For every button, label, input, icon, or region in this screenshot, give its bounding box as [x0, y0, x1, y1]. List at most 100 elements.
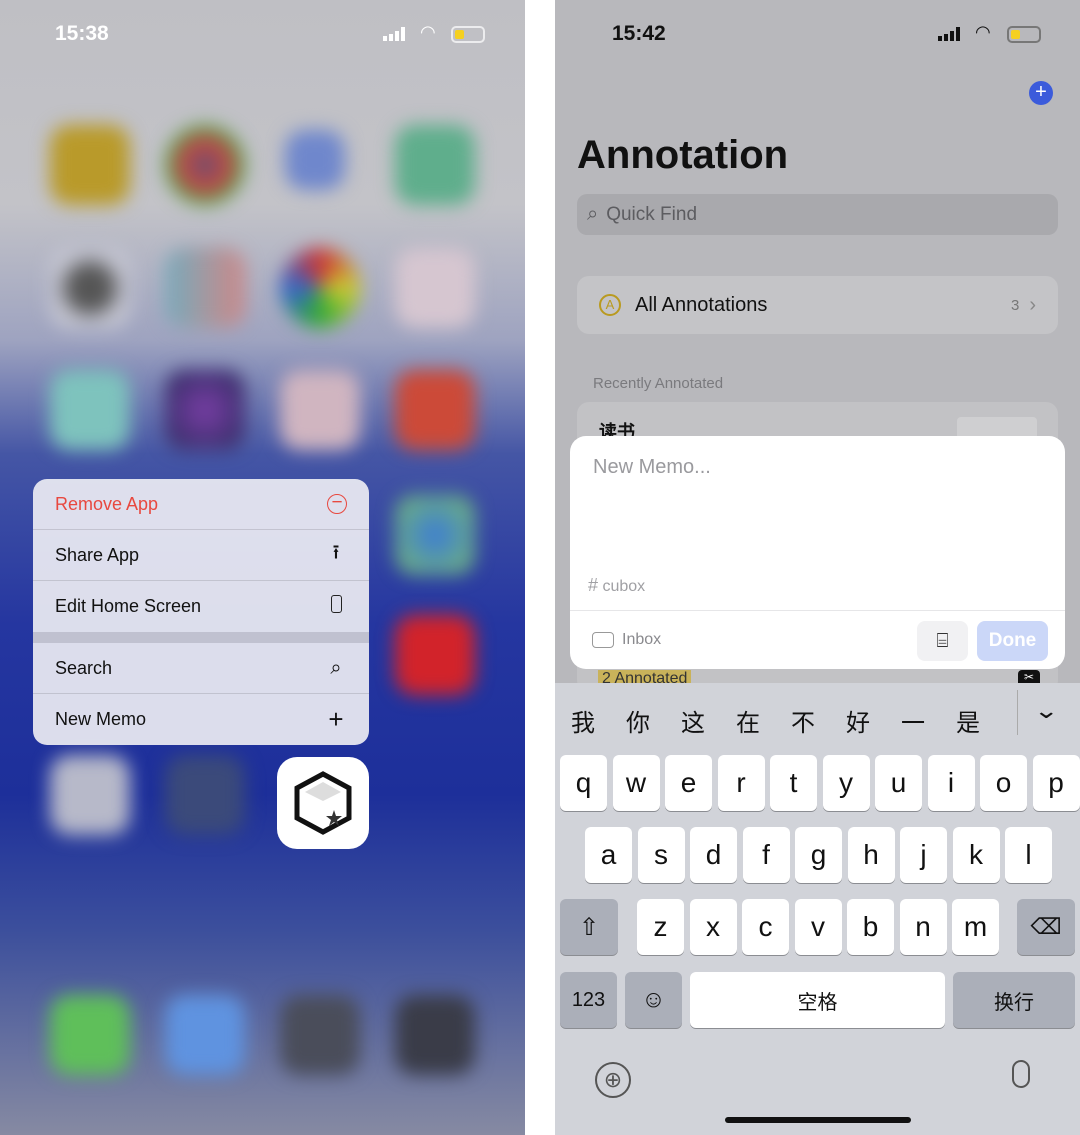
return-key[interactable]: 换行	[953, 972, 1075, 1028]
key-b[interactable]: b	[847, 899, 894, 955]
divider	[525, 0, 555, 1135]
key-s[interactable]: s	[637, 827, 685, 883]
blurred-app-icon	[395, 370, 475, 450]
candidate-0[interactable]: 我	[571, 703, 595, 738]
key-x[interactable]: x	[689, 899, 737, 955]
candidate-1[interactable]: 你	[626, 703, 650, 738]
candidate-2[interactable]: 这	[681, 703, 705, 738]
candidate-5[interactable]: 好	[846, 703, 870, 738]
blurred-app-icon	[280, 248, 360, 328]
search-icon: ⌕	[330, 656, 342, 679]
menu-item-label: Search	[55, 657, 113, 678]
blurred-app-icon	[280, 370, 360, 450]
key-q[interactable]: q	[560, 755, 607, 811]
battery-icon	[451, 26, 485, 43]
key-y[interactable]: y	[822, 755, 870, 811]
key-r[interactable]: r	[717, 755, 765, 811]
chevron-right-icon: ›	[1029, 293, 1036, 316]
globe-icon[interactable]: ⊕	[595, 1062, 631, 1098]
key-p[interactable]: p	[1032, 755, 1080, 811]
cellular-signal-icon	[938, 27, 960, 41]
menu-item-label: Share App	[55, 544, 140, 565]
key-w[interactable]: w	[612, 755, 660, 811]
all-annotations-row[interactable]: A All Annotations 3 ›	[577, 276, 1058, 334]
annotation-icon: A	[599, 294, 621, 316]
all-annotations-count: 3	[1010, 296, 1020, 314]
candidate-7[interactable]: 是	[956, 703, 980, 738]
search-input[interactable]: ⌕ Quick Find	[577, 194, 1058, 235]
shift-icon: ⇧	[578, 913, 600, 941]
emoji-icon: ☺	[641, 986, 666, 1013]
key-t[interactable]: t	[770, 755, 817, 811]
menu-item-new-memo[interactable]: New Memo +	[33, 694, 369, 745]
menu-item-share-app[interactable]: Share App ⭱	[33, 530, 369, 581]
numbers-key[interactable]: 123	[560, 972, 617, 1028]
blurred-app-icon	[165, 370, 245, 450]
inbox-icon	[592, 632, 614, 648]
tag-label: cubox	[602, 578, 646, 595]
scan-text-button[interactable]: ⌸	[917, 621, 968, 661]
menu-item-search[interactable]: Search ⌕	[33, 643, 369, 694]
blurred-app-icon	[50, 370, 130, 450]
wifi-icon: ◠	[420, 22, 436, 42]
key-o[interactable]: o	[980, 755, 1027, 811]
menu-item-remove-app[interactable]: Remove App −	[33, 479, 369, 530]
candidate-4[interactable]: 不	[791, 703, 815, 738]
key-v[interactable]: v	[794, 899, 842, 955]
menu-separator	[33, 632, 369, 643]
blurred-app-icon	[50, 125, 130, 205]
done-button[interactable]: Done	[977, 621, 1048, 661]
status-time: 15:42	[612, 22, 666, 45]
blurred-dock-icon	[50, 995, 130, 1075]
microphone-icon[interactable]	[1012, 1060, 1030, 1088]
key-h[interactable]: h	[847, 827, 895, 883]
blurred-app-icon	[50, 755, 130, 835]
memo-sheet: New Memo... # cubox Inbox ⌸ Done	[570, 436, 1065, 669]
share-icon: ⭱	[332, 542, 340, 564]
key-z[interactable]: z	[637, 899, 684, 955]
key-l[interactable]: l	[1005, 827, 1052, 883]
annotation-app: 15:42 ◠ + Annotation ⌕ Quick Find A All A…	[555, 0, 1080, 1135]
key-u[interactable]: u	[875, 755, 922, 811]
key-m[interactable]: m	[952, 899, 999, 955]
key-a[interactable]: a	[585, 827, 632, 883]
shift-key[interactable]: ⇧	[560, 899, 618, 955]
blurred-dock-icon	[165, 995, 245, 1075]
menu-item-label: Remove App	[55, 493, 159, 514]
minus-circle-icon: −	[327, 493, 347, 514]
candidate-6[interactable]: 一	[901, 703, 925, 738]
key-i[interactable]: i	[927, 755, 975, 811]
key-e[interactable]: e	[665, 755, 712, 811]
divider	[570, 610, 1065, 611]
key-f[interactable]: f	[742, 827, 790, 883]
folder-label: Inbox	[622, 631, 662, 648]
home-screen: 15:38 ◠ Remove App − Share App ⭱ Edit Home…	[0, 0, 525, 1135]
key-g[interactable]: g	[795, 827, 842, 883]
chevron-down-icon[interactable]: ⌄	[1033, 698, 1059, 724]
cubox-app-icon[interactable]	[277, 757, 369, 849]
blurred-app-icon	[50, 248, 130, 328]
plus-icon: +	[328, 704, 344, 734]
memo-input[interactable]: New Memo...	[593, 456, 711, 479]
blurred-app-icon	[395, 615, 475, 695]
key-d[interactable]: d	[690, 827, 737, 883]
menu-item-label: New Memo	[55, 709, 147, 729]
emoji-key[interactable]: ☺	[625, 972, 682, 1028]
key-k[interactable]: k	[952, 827, 1000, 883]
tag-chip[interactable]: # cubox	[588, 575, 645, 596]
key-j[interactable]: j	[900, 827, 947, 883]
candidate-3[interactable]: 在	[736, 703, 760, 738]
blurred-app-icon	[395, 248, 475, 328]
key-c[interactable]: c	[742, 899, 789, 955]
add-button[interactable]: +	[1029, 81, 1053, 105]
blurred-dock-icon	[395, 995, 475, 1075]
folder-selector[interactable]: Inbox	[592, 631, 661, 649]
blurred-dock-icon	[280, 995, 360, 1075]
search-placeholder: Quick Find	[606, 203, 698, 225]
menu-item-edit-home-screen[interactable]: Edit Home Screen	[33, 581, 369, 632]
delete-key[interactable]: ⌫	[1017, 899, 1075, 955]
blurred-app-icon	[395, 125, 475, 205]
cellular-signal-icon	[383, 27, 405, 41]
key-n[interactable]: n	[899, 899, 947, 955]
space-key[interactable]: 空格	[690, 972, 945, 1028]
